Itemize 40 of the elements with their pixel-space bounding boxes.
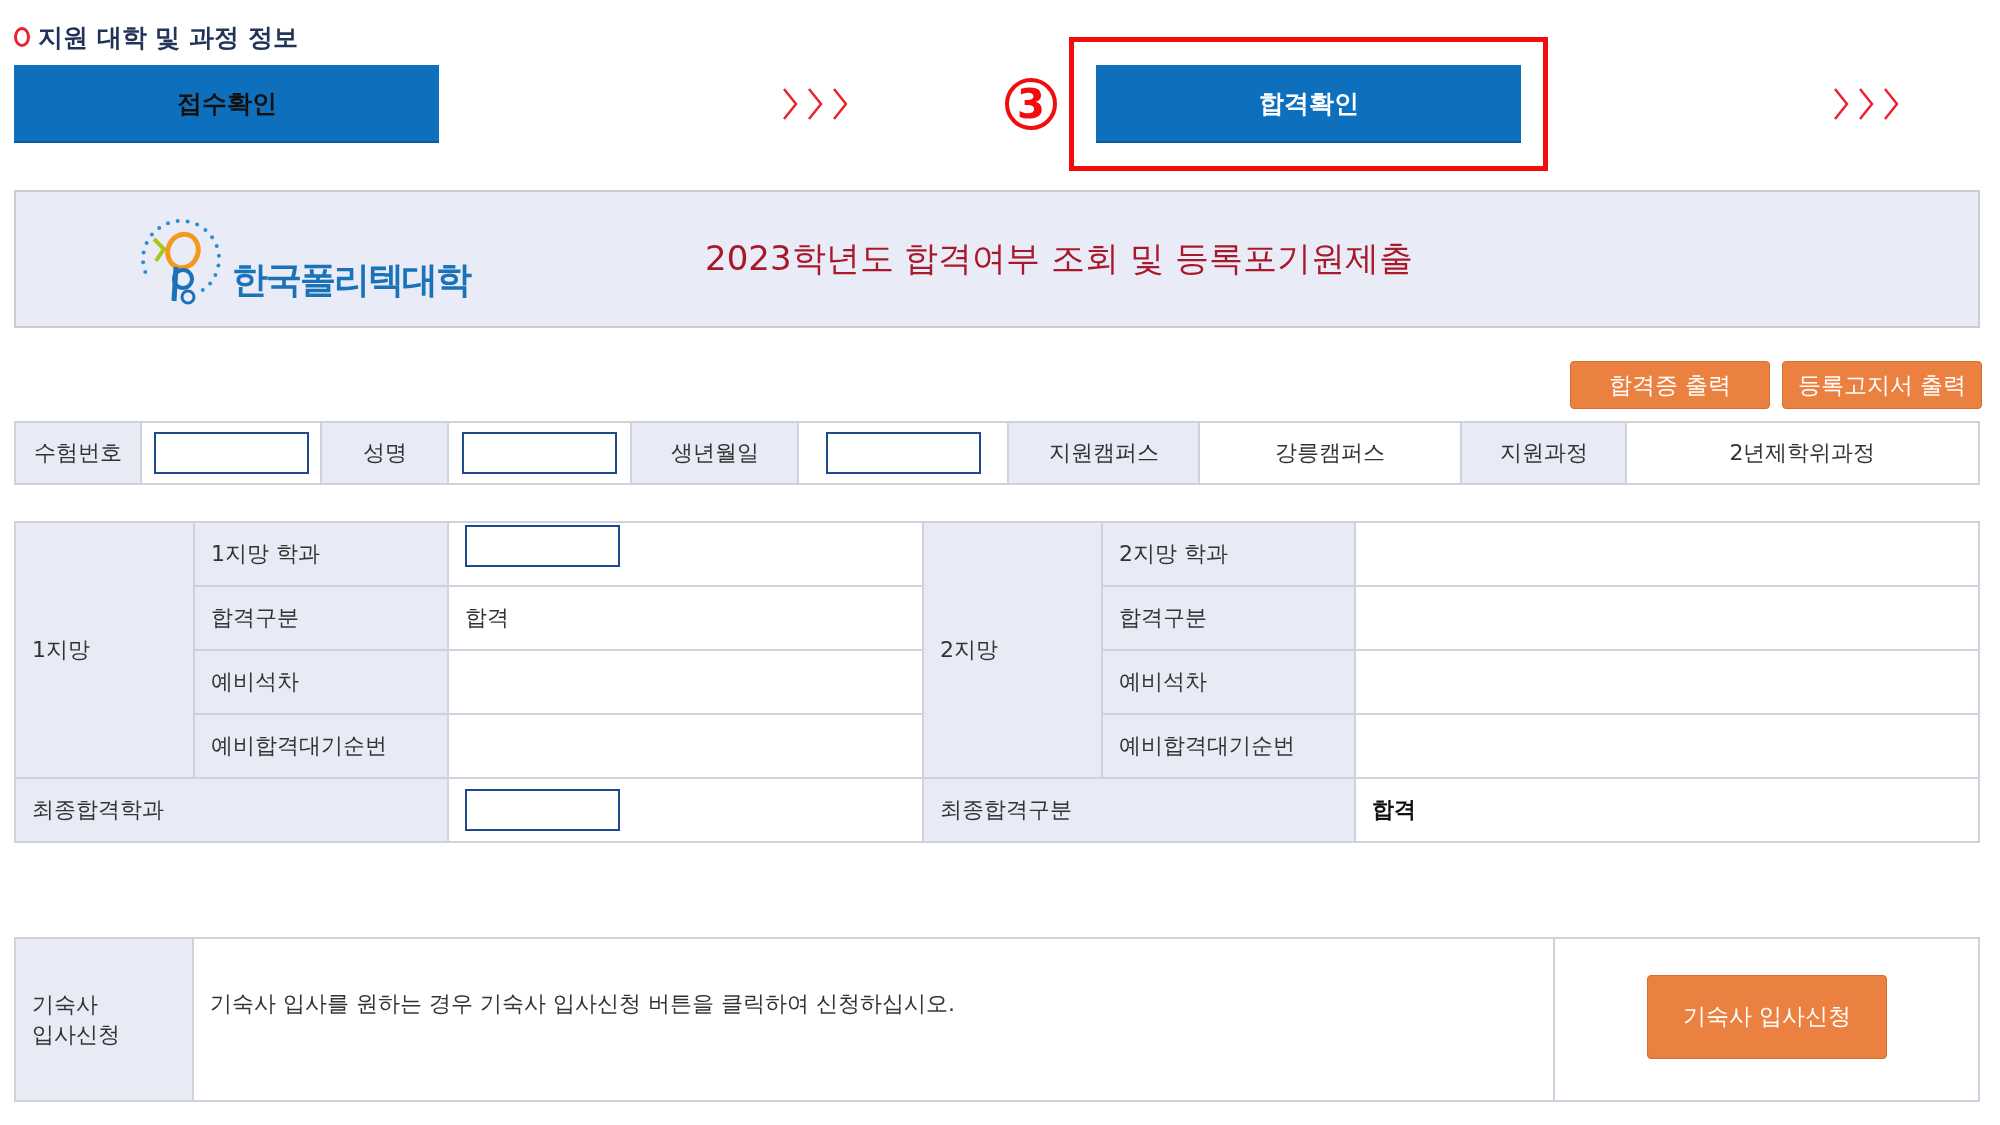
field-label: 최종합격학과 <box>32 796 164 824</box>
bullet-icon <box>14 27 30 47</box>
apply-button[interactable]: 기숙사 입사신청 <box>1647 974 1887 1059</box>
field-label: 성명 <box>362 439 407 467</box>
value-text: 합격 <box>465 604 509 632</box>
step-number-badge: 3 <box>1005 78 1057 130</box>
field-label: 2지망 학과 <box>1119 540 1228 568</box>
page-title: 2023학년도 합격여부 조회 및 등록포기원제출 <box>705 237 1413 280</box>
instruction-text: 기숙사 입사를 원하는 경우 기숙사 입사신청 버튼을 클릭하여 신청하십시오. <box>210 990 955 1018</box>
print-button[interactable]: 합격증 출력 <box>1570 361 1770 409</box>
field-label: 1지망 학과 <box>211 540 320 568</box>
field-label: 2지망 <box>940 636 998 664</box>
input-field[interactable] <box>462 432 617 474</box>
field-label: 예비석차 <box>1119 668 1207 696</box>
value-text: 강릉캠퍼스 <box>1275 439 1385 467</box>
chevrons-icon <box>1831 87 1901 121</box>
input-field[interactable] <box>825 432 981 474</box>
value-text: 2년제학위과정 <box>1729 439 1876 467</box>
step-button[interactable]: 접수확인 <box>14 65 439 143</box>
input-field[interactable] <box>153 432 309 474</box>
value-text: 합격 <box>1372 796 1416 824</box>
field-label: 1지망 <box>32 636 90 664</box>
field-label: 예비합격대기순번 <box>1119 732 1295 760</box>
field-label: 수험번호 <box>34 439 122 467</box>
field-label: 예비합격대기순번 <box>211 732 387 760</box>
step-button[interactable]: 합격확인 <box>1096 65 1521 143</box>
input-field[interactable] <box>465 789 620 831</box>
chevrons-icon <box>780 87 850 121</box>
brand-name: 한국폴리텍대학 <box>232 258 470 302</box>
field-label: 합격구분 <box>211 604 299 632</box>
section-title: 지원 대학 및 과정 정보 <box>38 21 298 54</box>
field-label: 예비석차 <box>211 668 299 696</box>
field-label: 생년월일 <box>670 439 759 467</box>
field-label: 지원캠퍼스 <box>1048 439 1159 467</box>
field-label: 합격구분 <box>1119 604 1207 632</box>
field-label: 지원과정 <box>1499 439 1588 467</box>
input-field[interactable] <box>465 525 620 567</box>
field-label: 최종합격구분 <box>940 796 1072 824</box>
field-label: 기숙사 입사신청 <box>32 990 120 1049</box>
print-button[interactable]: 등록고지서 출력 <box>1782 361 1982 409</box>
